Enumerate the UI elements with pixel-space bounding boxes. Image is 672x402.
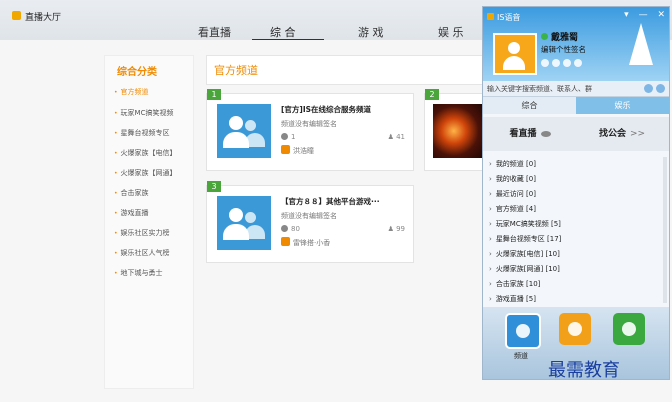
username: 戴雅蜀 <box>551 33 579 43</box>
minimize-button[interactable]: — <box>639 10 648 20</box>
online-status-icon[interactable] <box>541 33 548 40</box>
watermark-text: 最需教育 <box>548 360 620 381</box>
channel-thumbnail <box>217 104 271 158</box>
channel-users-count: 41 <box>396 133 405 141</box>
tab-entertainment[interactable]: 娱乐 <box>576 97 669 114</box>
eye-icon <box>540 130 551 137</box>
section-title: 官方频道 <box>214 64 258 77</box>
card-rank-badge: 2 <box>425 89 439 100</box>
search-bar[interactable]: 输入关键字搜索频道、联系人、群 <box>483 81 669 97</box>
channel-signature: 频道没有编辑签名 <box>281 212 337 220</box>
users-icon: ♟ <box>387 225 397 233</box>
sidebar-item-family-netcom[interactable]: 火爆家族【网通】 <box>114 168 177 178</box>
channel-tree: 我的频道 [0] 我的收藏 [0] 最近访问 [0] 官方频道 [4] 玩家MC… <box>483 155 669 305</box>
close-button[interactable]: ✕ <box>657 10 665 20</box>
bell-icon[interactable] <box>552 59 560 67</box>
channel-home-button[interactable] <box>505 313 541 349</box>
find-guild-button[interactable]: 找公会 >> <box>577 123 667 145</box>
channel-card[interactable]: 3 【官方８８】其他平台游戏··· 频道没有编辑签名 80 ♟ 99 雷锋搭·小… <box>206 181 414 263</box>
channel-users: ♟ 41 <box>388 133 405 141</box>
panel-tabs: 综合 娱乐 <box>483 97 669 114</box>
channel-users-count: 99 <box>396 225 405 233</box>
tree-item[interactable]: 星舞台视频专区 [17] <box>489 234 562 244</box>
dock-label: 频道 <box>514 352 528 360</box>
channel-thumbnail <box>217 196 271 250</box>
tab-general[interactable]: 综合 <box>483 97 576 114</box>
tree-item[interactable]: 最近访问 [0] <box>489 189 536 199</box>
card-rank-badge: 1 <box>207 89 221 100</box>
profile-tools <box>541 59 585 69</box>
sidebar-item-family-telecom[interactable]: 火爆家族【电信】 <box>114 148 177 158</box>
channel-count: 1 <box>291 133 296 141</box>
more-icon[interactable] <box>656 84 665 93</box>
channel-card[interactable]: 1 [官方]IS在线综合服务频道 频道没有编辑签名 1 ♟ 41 洪浩瞳 <box>206 89 414 171</box>
channel-users: ♟ 99 <box>388 225 405 233</box>
tree-item[interactable]: 火爆家族[网通] [10] <box>489 264 560 274</box>
sidebar-item-strength-rank[interactable]: 娱乐社区实力榜 <box>114 228 170 238</box>
channel-signature: 频道没有编辑签名 <box>281 120 337 128</box>
category-sidebar: 综合分类 官方频道 玩家MC搞笑视频 星舞台视频专区 火爆家族【电信】 火爆家族… <box>104 55 194 389</box>
sidebar-item-mc-video[interactable]: 玩家MC搞笑视频 <box>114 108 174 118</box>
sidebar-item-popularity-rank[interactable]: 娱乐社区人气榜 <box>114 248 170 258</box>
globe-icon <box>281 225 288 232</box>
channel-title[interactable]: 【官方８８】其他平台游戏··· <box>281 196 380 207</box>
globe-icon <box>281 133 288 140</box>
search-icon[interactable] <box>644 84 653 93</box>
arrow-icon: >> <box>629 129 646 139</box>
channel-host: 雷锋搭·小香 <box>293 239 331 247</box>
pin-icon[interactable] <box>574 59 582 67</box>
signature-field[interactable]: 编辑个性签名 <box>541 44 586 55</box>
friends-button[interactable] <box>559 313 591 345</box>
channel-title[interactable]: [官方]IS在线综合服务频道 <box>281 104 371 115</box>
chat-icon <box>622 322 636 336</box>
channel-count: 80 <box>291 225 300 233</box>
card-rank-badge: 3 <box>207 181 221 192</box>
search-input[interactable]: 输入关键字搜索频道、联系人、群 <box>487 84 592 94</box>
home-icon <box>516 324 530 338</box>
nav-tab-games[interactable]: 游 戏 <box>358 24 384 40</box>
app-logo-icon <box>12 11 21 20</box>
tree-item[interactable]: 我的频道 [0] <box>489 159 536 169</box>
menu-button[interactable]: ▾ <box>624 10 629 20</box>
watch-live-button[interactable]: 看直播 <box>485 123 575 145</box>
sidebar-item-game-live[interactable]: 游戏直播 <box>114 208 149 218</box>
sailboat-decoration-icon <box>629 23 653 65</box>
sidebar-item-star-stage[interactable]: 星舞台视频专区 <box>114 128 170 138</box>
upload-icon[interactable] <box>563 59 571 67</box>
scrollbar[interactable] <box>663 157 667 303</box>
sidebar-heading: 综合分类 <box>117 67 157 78</box>
sidebar-item-dnf[interactable]: 地下城与勇士 <box>114 268 163 278</box>
host-avatar-icon <box>281 237 290 246</box>
app-logo-icon <box>487 13 494 20</box>
nav-tab-general[interactable]: 综 合 <box>270 24 296 40</box>
tree-item[interactable]: 官方频道 [4] <box>489 204 536 214</box>
channel-host: 洪浩瞳 <box>293 147 314 155</box>
sidebar-item-official[interactable]: 官方频道 <box>114 87 149 97</box>
panel-header: IS语音 ▾ — ✕ 戴雅蜀 编辑个性签名 <box>483 7 669 81</box>
tree-item[interactable]: 玩家MC搞笑视频 [5] <box>489 219 561 229</box>
host-avatar-icon <box>281 145 290 154</box>
tree-item[interactable]: 合击家族 [10] <box>489 279 541 289</box>
user-icon <box>568 322 582 336</box>
avatar[interactable] <box>493 33 537 75</box>
nav-tab-entertainment[interactable]: 娱 乐 <box>438 24 464 40</box>
window-title: 直播大厅 <box>25 13 62 23</box>
tree-item[interactable]: 我的收藏 [0] <box>489 174 536 184</box>
chat-button[interactable] <box>613 313 645 345</box>
sidebar-item-heji-family[interactable]: 合击家族 <box>114 188 149 198</box>
nav-tab-watch-live[interactable]: 看直播 <box>198 24 231 40</box>
users-icon: ♟ <box>387 133 397 141</box>
channel-card[interactable]: 2 <box>424 89 486 171</box>
is-voice-panel: IS语音 ▾ — ✕ 戴雅蜀 编辑个性签名 输入关键字搜索频道、联系人、群 综合… <box>482 6 670 380</box>
tree-item[interactable]: 火爆家族[电信] [10] <box>489 249 560 259</box>
window-controls: ▾ — ✕ <box>617 10 665 20</box>
panel-title: IS语音 <box>497 13 521 22</box>
globe-icon[interactable] <box>541 59 549 67</box>
tree-item[interactable]: 游戏直播 [5] <box>489 294 536 304</box>
channel-thumbnail <box>433 104 485 158</box>
action-bar: 看直播 找公会 >> <box>483 117 669 151</box>
